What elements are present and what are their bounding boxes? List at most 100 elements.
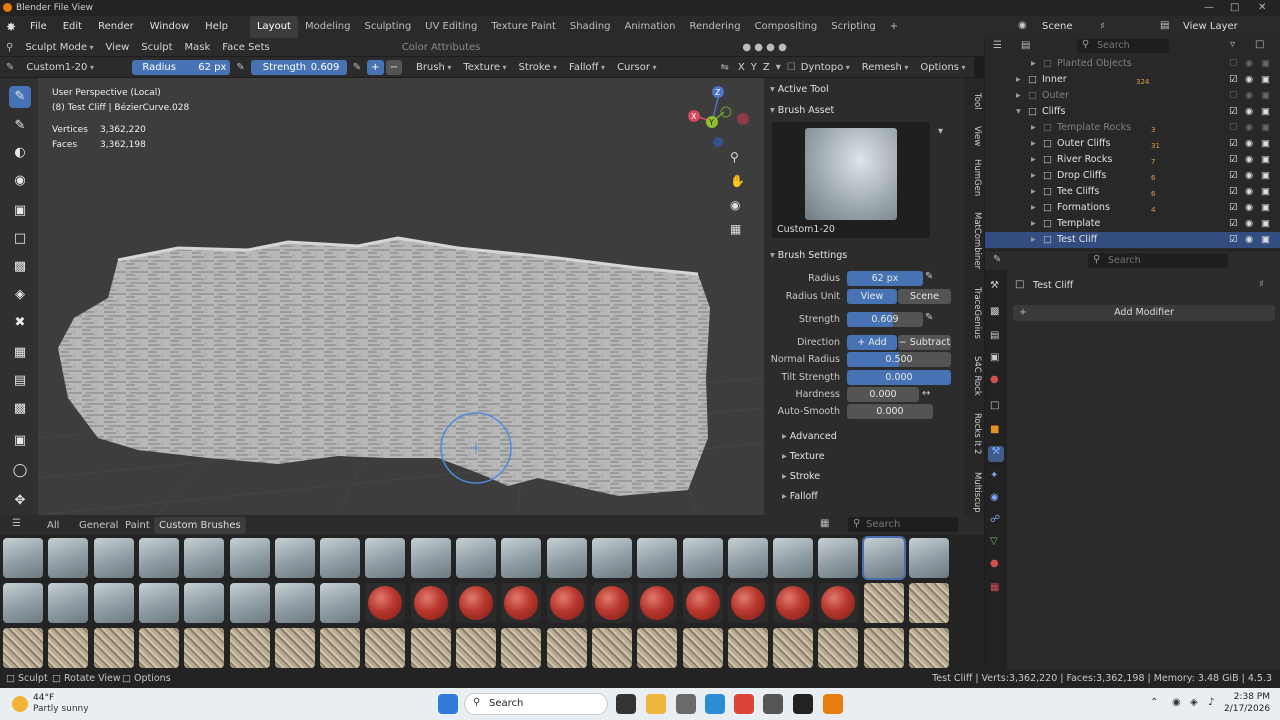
draw-brush-tool[interactable]: ✎ [9,86,31,108]
properties-search-input[interactable]: Search [1088,253,1228,268]
symmetry-options-icon[interactable]: ▾ [773,62,784,73]
cursor-menu[interactable]: Cursor [611,62,662,73]
paint-tool[interactable]: ✎ [9,115,31,137]
radius-pressure-icon[interactable]: ✎ [230,62,250,73]
close-button[interactable]: ✕ [1258,0,1266,16]
render-props-icon[interactable]: ▩ [990,306,999,317]
radius-prop-field[interactable]: 62 px [847,271,923,286]
dyntopo-checkbox[interactable]: ☐ [784,62,799,73]
brush-thumbnail[interactable] [863,628,904,668]
edge-icon[interactable] [705,694,725,714]
brush-asset-header[interactable]: ▾ Brush Asset [770,105,834,116]
brush-thumbnail[interactable] [773,538,814,578]
brush-thumbnail[interactable] [456,628,496,668]
blender-taskbar-icon[interactable] [823,694,843,714]
expand-arrow-icon[interactable]: ▸ [1031,200,1036,216]
visibility-checkbox[interactable]: ☐ [1229,56,1238,72]
view-layer-name[interactable]: View Layer [1183,16,1238,38]
brush-thumbnail[interactable] [229,628,270,668]
asset-tab-all[interactable]: All [47,520,59,531]
minimize-button[interactable]: — [1204,0,1214,16]
render-camera-icon[interactable]: ▣ [1261,232,1270,248]
outliner-row[interactable]: ▸ □ Inner 324 ☑ ◉ ▣ [985,72,1280,88]
menu-sculpt[interactable]: Sculpt [135,42,178,53]
brush-thumbnail[interactable] [48,628,89,668]
brush-thumbnail[interactable] [3,538,43,578]
normal-radius-field[interactable]: 0.500 [847,352,951,367]
render-camera-icon[interactable]: ▣ [1261,136,1270,152]
volume-icon[interactable]: ♪ [1208,697,1214,708]
chrome-icon[interactable] [734,694,754,714]
tab-s4c-rock[interactable]: S4C Rock [966,352,982,400]
asset-display-icon[interactable]: ▦ [820,518,829,529]
brush-thumbnail[interactable] [184,628,225,668]
brush-thumbnail[interactable] [410,583,451,623]
brush-thumbnail[interactable] [818,628,859,668]
render-camera-icon[interactable]: ▣ [1261,88,1270,104]
brush-thumbnail[interactable] [863,583,904,623]
visibility-checkbox[interactable]: ☑ [1229,184,1238,200]
ortho-toggle-icon[interactable]: ▦ [730,222,741,236]
strength-pressure-icon[interactable]: ✎ [347,62,367,73]
brush-thumbnail[interactable] [320,538,361,578]
radius-unit-view[interactable]: View [847,289,897,304]
tab-matcombiner[interactable]: MatCombiner [966,208,982,274]
expand-arrow-icon[interactable]: ▸ [1031,152,1036,168]
pin-properties-icon[interactable]: ♯ [1259,279,1264,290]
brush-thumbnail[interactable] [138,538,179,578]
tab-tool[interactable]: Tool [966,88,982,114]
collection-props-icon[interactable]: □ [990,400,999,411]
visibility-checkbox[interactable]: ☑ [1229,152,1238,168]
expand-arrow-icon[interactable]: ▸ [1016,88,1021,104]
outliner-row[interactable]: ▸ □ Test Cliff ☑ ◉ ▣ [985,232,1280,248]
menu-window[interactable]: Window [142,16,197,38]
physics-props-icon[interactable]: ◉ [990,492,999,503]
tray-chevron-icon[interactable]: ⌃ [1150,697,1158,708]
viewport-shading-icons[interactable]: ● ● ● ● [736,42,792,53]
brush-thumbnail[interactable] [410,628,451,668]
brush-thumbnail[interactable] [637,583,678,623]
task-view-icon[interactable] [616,694,636,714]
eye-icon[interactable]: ◉ [1245,152,1253,168]
cloth-filter-tool[interactable]: ▦ [9,342,31,364]
eye-icon[interactable]: ◉ [1245,72,1253,88]
visibility-checkbox[interactable]: ☑ [1229,200,1238,216]
visibility-checkbox[interactable]: ☐ [1229,120,1238,136]
zoom-tool[interactable]: ◯ [9,460,31,482]
tab-modeling[interactable]: Modeling [298,16,358,38]
brush-thumbnail[interactable] [546,538,587,578]
navigation-gizmo[interactable]: Z X Y [678,84,754,154]
tab-uv-editing[interactable]: UV Editing [418,16,484,38]
brush-thumbnail[interactable] [909,583,949,623]
brush-thumbnail[interactable] [637,628,678,668]
advanced-subpanel[interactable]: ▸ Advanced [782,431,837,442]
move-tool[interactable]: ✥ [9,490,31,512]
outliner-row[interactable]: ▸ □ Drop Cliffs 6 ☑ ◉ ▣ [985,168,1280,184]
brush-thumbnail[interactable] [229,583,270,623]
tab-multiscup[interactable]: Multiscup [966,470,982,514]
autosmooth-field[interactable]: 0.000 [847,404,933,419]
visibility-checkbox[interactable]: ☑ [1229,72,1238,88]
properties-editor-icon[interactable]: ✎ [993,254,1001,265]
brush-thumbnail[interactable] [456,538,496,578]
outliner-row[interactable]: ▸ □ Tee Cliffs 6 ☑ ◉ ▣ [985,184,1280,200]
tab-compositing[interactable]: Compositing [748,16,825,38]
new-collection-icon[interactable]: □ [1255,39,1264,50]
pan-view-icon[interactable]: ✋ [730,174,745,188]
brush-thumbnail[interactable] [48,583,89,623]
brush-thumbnail[interactable] [138,583,179,623]
outliner-row[interactable]: ▸ □ Formations 4 ☑ ◉ ▣ [985,200,1280,216]
brush-thumbnail[interactable] [48,538,89,578]
asset-tab-paint[interactable]: Paint [125,520,150,531]
menu-mask[interactable]: Mask [179,42,217,53]
brush-thumbnail[interactable] [501,583,542,623]
texture-menu[interactable]: Texture [457,62,512,73]
add-direction-icon[interactable]: + [367,59,384,75]
brush-selector[interactable]: Custom1-20 [20,62,128,73]
start-button-icon[interactable] [438,694,458,714]
brush-thumbnail[interactable] [861,536,906,580]
maximize-button[interactable]: □ [1230,0,1239,16]
dyntopo-menu[interactable]: Dyntopo [799,62,856,73]
brush-thumbnail[interactable] [591,628,632,668]
brush-thumbnail[interactable] [591,583,632,623]
